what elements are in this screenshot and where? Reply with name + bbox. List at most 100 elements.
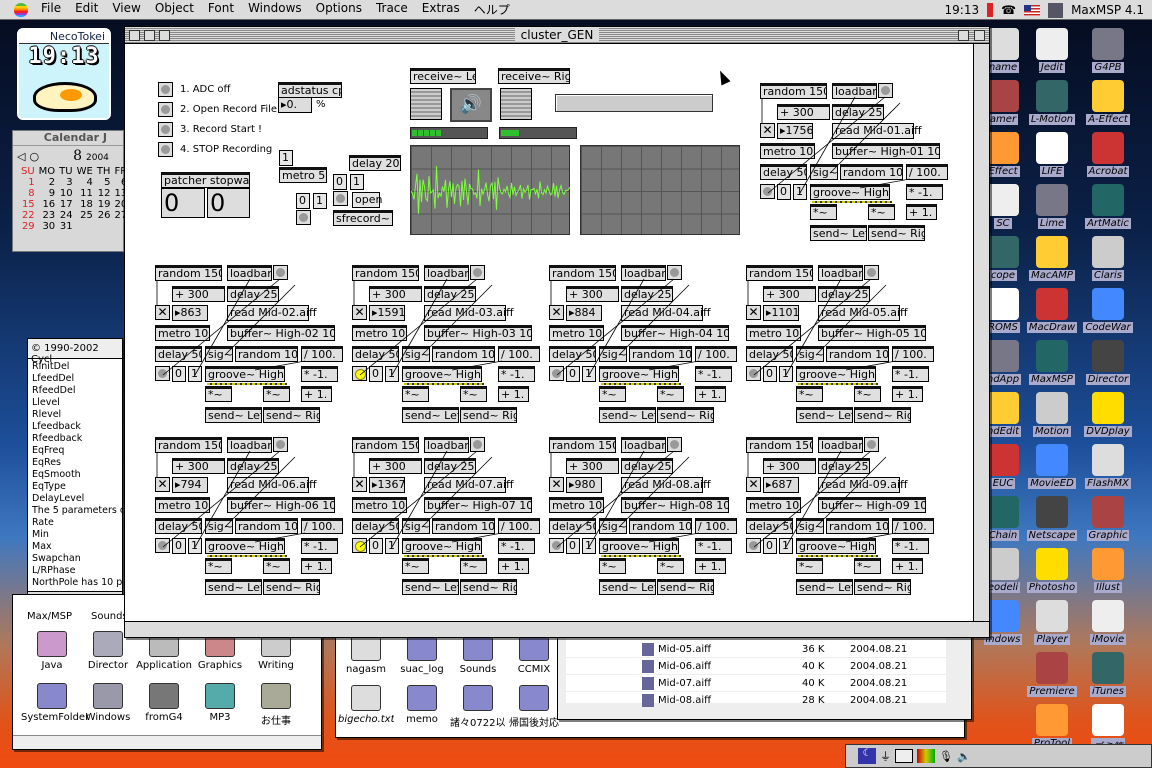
menu-object[interactable]: Object: [148, 1, 201, 18]
desktop-icon-lime[interactable]: Lime: [1024, 184, 1080, 229]
bang-button[interactable]: [155, 366, 170, 381]
windowshade-box-icon[interactable]: [974, 30, 985, 41]
signal-multiply-object[interactable]: *~: [657, 386, 684, 402]
file-row[interactable]: Mid-06.aiff 40 K 2004.08.21: [566, 658, 946, 675]
apple-menu-icon[interactable]: [14, 2, 28, 17]
bang-button[interactable]: [549, 366, 564, 381]
calendar-day[interactable]: 26: [95, 210, 113, 221]
buffer-object[interactable]: buffer~ High-06 1000: [227, 497, 335, 513]
bang-button[interactable]: [746, 538, 761, 553]
read-message[interactable]: read Mid-05.aiff: [818, 305, 908, 321]
calendar-day[interactable]: 15: [19, 199, 37, 210]
random-100-object[interactable]: random 100: [826, 346, 889, 362]
send-left-object[interactable]: send~ Left: [205, 407, 262, 423]
random-1500-object[interactable]: random 1500: [549, 265, 616, 281]
divide-object[interactable]: / 100.: [906, 164, 948, 180]
send-right-object[interactable]: send~ Right: [657, 407, 714, 423]
buffer-object[interactable]: buffer~ High-08 1000: [621, 497, 729, 513]
metro-100-object[interactable]: metro 100: [549, 497, 604, 513]
desktop-icon-g4pb[interactable]: G4PB: [1080, 28, 1136, 73]
plus-1-object[interactable]: + 1.: [498, 386, 529, 402]
menu-view[interactable]: View: [105, 1, 147, 18]
desktop-icon-claris[interactable]: Claris: [1080, 236, 1136, 281]
desktop-icon-imovie[interactable]: iMovie: [1080, 600, 1136, 645]
desktop-icon-dvdplay[interactable]: DVDplay: [1080, 392, 1136, 437]
message-1[interactable]: 1: [188, 538, 202, 554]
send-left-object[interactable]: send~ Left: [599, 579, 656, 595]
stopwatch-object[interactable]: patcher stopwatch: [161, 172, 250, 188]
menu-windows[interactable]: Windows: [241, 1, 309, 18]
toggle[interactable]: ✕: [352, 305, 367, 320]
loadbang-object[interactable]: loadbang: [621, 265, 666, 281]
random-100-object[interactable]: random 100: [840, 164, 903, 180]
read-message[interactable]: read Mid-03.aiff: [424, 305, 514, 321]
divide-object[interactable]: / 100.: [498, 346, 540, 362]
delay-50-object[interactable]: delay 50: [155, 518, 202, 534]
calendar-day[interactable]: 17: [57, 199, 74, 210]
random-1500-object[interactable]: random 1500: [549, 437, 616, 453]
message-0[interactable]: 0: [763, 366, 777, 382]
send-left-object[interactable]: send~ Left: [796, 407, 853, 423]
desktop-icon-macamp[interactable]: MacAMP: [1024, 236, 1080, 281]
horizontal-slider[interactable]: [555, 94, 713, 112]
calendar-day[interactable]: 19: [95, 199, 113, 210]
desktop-icon-protool[interactable]: ProTool: [1024, 704, 1080, 749]
multiply-neg-object[interactable]: * -1.: [695, 366, 732, 382]
sig-object[interactable]: sig~: [796, 518, 824, 534]
send-right-object[interactable]: send~ Right: [854, 579, 911, 595]
control-bang-button[interactable]: [158, 142, 173, 157]
folder-icon[interactable]: fromG4: [133, 683, 195, 723]
sig-object[interactable]: sig~: [599, 346, 627, 362]
metro-50-object[interactable]: metro 50: [279, 167, 327, 183]
signal-multiply-object[interactable]: *~: [402, 386, 429, 402]
send-right-object[interactable]: send~ Right: [868, 225, 925, 241]
bang-button[interactable]: [470, 437, 485, 452]
message-1[interactable]: 1: [779, 366, 793, 382]
buffer-object[interactable]: buffer~ High-09 1000: [818, 497, 926, 513]
delay-50-object[interactable]: delay 50: [760, 164, 807, 180]
number-box[interactable]: ▸980: [566, 477, 602, 493]
menu-font[interactable]: Font: [201, 1, 241, 18]
random-1500-object[interactable]: random 1500: [352, 437, 419, 453]
folder-icon[interactable]: memo: [394, 685, 450, 725]
bang-button[interactable]: [155, 538, 170, 553]
message-1[interactable]: 1: [279, 150, 293, 166]
bang-button[interactable]: [864, 437, 879, 452]
plus-300-object[interactable]: + 300: [763, 458, 816, 474]
delay-250-object[interactable]: delay 250: [227, 458, 279, 474]
bang-button[interactable]: [549, 538, 564, 553]
sig-object[interactable]: sig~: [796, 346, 824, 362]
send-left-object[interactable]: send~ Left: [402, 407, 459, 423]
random-100-object[interactable]: random 100: [629, 518, 692, 534]
message-0[interactable]: 0: [777, 184, 791, 200]
multiply-neg-object[interactable]: * -1.: [498, 538, 535, 554]
send-right-object[interactable]: send~ Right: [460, 579, 517, 595]
random-1500-object[interactable]: random 1500: [155, 437, 222, 453]
buffer-object[interactable]: buffer~ High-05 1000: [818, 325, 926, 341]
file-icon[interactable]: bigecho.txt: [338, 685, 394, 725]
bang-button[interactable]: [296, 210, 311, 225]
delay-50-object[interactable]: delay 50: [746, 346, 793, 362]
loadbang-object[interactable]: loadbang: [818, 265, 863, 281]
desktop-icon-graphic[interactable]: Graphic: [1080, 496, 1136, 541]
calendar-day[interactable]: 25: [75, 210, 95, 221]
toggle[interactable]: ✕: [352, 477, 367, 492]
calendar-day[interactable]: 2: [37, 177, 58, 188]
gain-slider-left[interactable]: [410, 88, 442, 120]
signal-multiply-object[interactable]: *~: [796, 386, 823, 402]
calendar-day[interactable]: 12: [95, 188, 113, 199]
bang-button[interactable]: [746, 366, 761, 381]
metro-100-object[interactable]: metro 100: [352, 497, 407, 513]
delay-250-object[interactable]: delay 250: [227, 286, 279, 302]
delay-50-object[interactable]: delay 50: [746, 518, 793, 534]
groove-object[interactable]: groove~ High-07: [402, 538, 482, 554]
folder-icon[interactable]: 帰国後対応: [506, 685, 562, 729]
random-100-object[interactable]: random 100: [432, 346, 495, 362]
plus-1-object[interactable]: + 1.: [892, 386, 923, 402]
cpu-number-box[interactable]: ▸0.: [278, 97, 312, 113]
message-1[interactable]: 1: [188, 366, 202, 382]
signal-multiply-object[interactable]: *~: [854, 558, 881, 574]
file-row[interactable]: Mid-08.aiff 28 K 2004.08.21: [566, 692, 946, 709]
divide-object[interactable]: / 100.: [695, 346, 737, 362]
calendar-day[interactable]: 5: [95, 177, 113, 188]
